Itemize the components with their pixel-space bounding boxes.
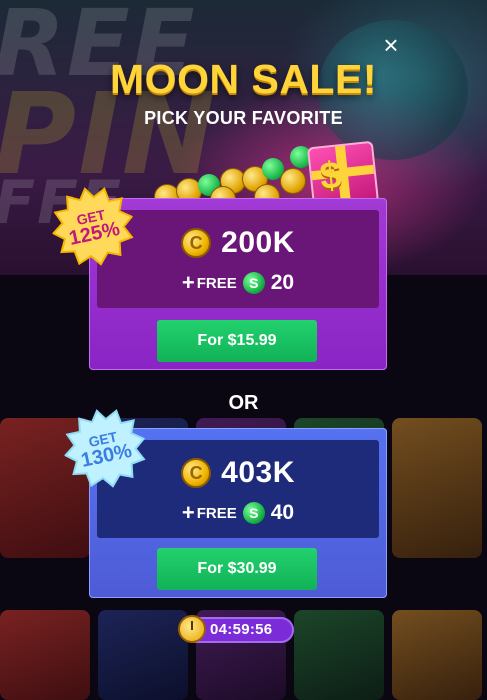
game-tile: [98, 610, 188, 700]
game-tile: [392, 418, 482, 558]
game-tile: [392, 610, 482, 700]
bonus-badge-1: GET 125%: [44, 178, 141, 275]
stopwatch-icon: [178, 615, 206, 643]
coin-amount: 200K: [221, 226, 295, 259]
free-cash-reward: + FREE S 20: [97, 270, 379, 296]
sale-title: MOON SALE!: [110, 56, 377, 102]
free-cash-amount: 40: [270, 501, 295, 524]
free-label: + FREE: [181, 270, 237, 295]
cash-coin-icon: S: [242, 502, 265, 524]
free-label: + FREE: [181, 500, 237, 525]
close-icon[interactable]: ×: [378, 32, 404, 58]
buy-button-offer-2[interactable]: For $30.99: [157, 548, 317, 590]
game-tile: [0, 610, 90, 700]
gold-coin-icon: [280, 168, 306, 194]
coin-amount: 403K: [221, 456, 295, 489]
sale-subtitle: PICK YOUR FAVORITE: [144, 108, 343, 128]
timer-value: 04:59:56: [210, 621, 273, 638]
game-tile: [294, 610, 384, 700]
cash-coin-icon: S: [242, 272, 265, 294]
or-divider: OR: [228, 392, 259, 414]
countdown-timer: 04:59:56: [178, 615, 294, 643]
gold-coin-icon: C: [181, 228, 212, 258]
gold-coin-icon: C: [181, 458, 212, 488]
buy-button-offer-1[interactable]: For $15.99: [157, 320, 317, 362]
bonus-badge-2: GET 130%: [56, 400, 153, 497]
free-cash-amount: 20: [270, 271, 295, 294]
free-cash-reward: + FREE S 40: [97, 500, 379, 526]
